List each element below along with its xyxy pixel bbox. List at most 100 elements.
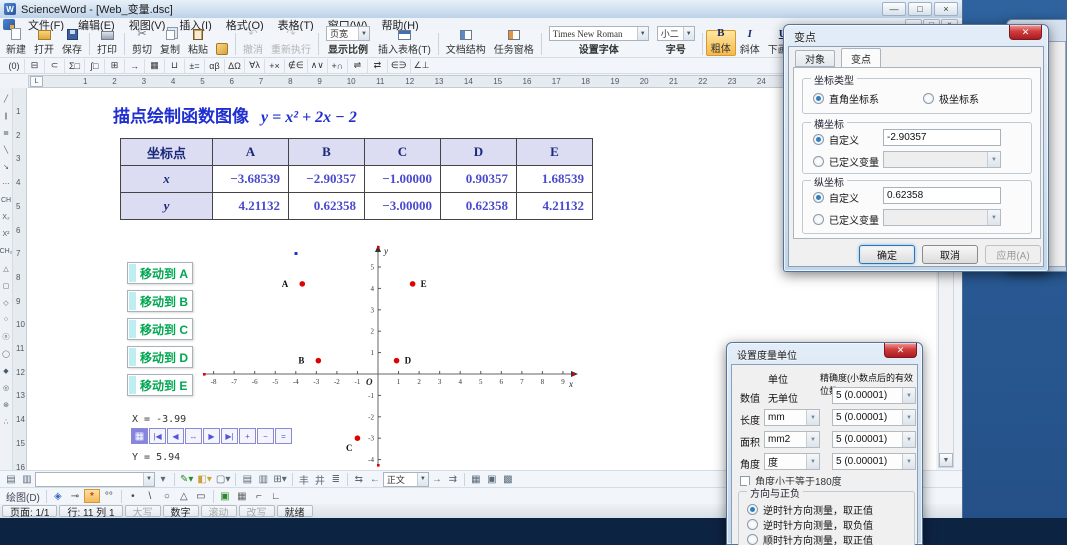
undo-button[interactable]: ↶撤消	[239, 30, 267, 56]
list-dropdown-button[interactable]: ▾	[155, 472, 171, 486]
zoom-combo[interactable]: 页宽▼	[326, 26, 370, 41]
math-symbol-button[interactable]: ∧∨	[307, 59, 327, 73]
math-symbol-button[interactable]: ±=	[184, 59, 204, 73]
open-button[interactable]: 打开	[30, 30, 58, 56]
tracker-point[interactable]	[295, 252, 298, 255]
layout-button[interactable]: ≣	[328, 472, 344, 486]
pentagon-shape-tool[interactable]: ◇	[3, 294, 8, 311]
cut-button[interactable]: ✂剪切	[128, 30, 156, 56]
chevron-down-icon[interactable]: ▼	[806, 454, 819, 469]
precision-combo-area[interactable]: 5 (0.00001)▼	[832, 431, 916, 448]
more-tools[interactable]: ∴	[4, 413, 8, 430]
align-icons-2[interactable]: ▥	[255, 472, 271, 486]
point-a[interactable]	[299, 281, 305, 287]
pin-icon[interactable]: ⊸	[67, 489, 83, 503]
scroll-down-icon[interactable]: ▼	[939, 453, 953, 467]
radio-ordinate-variable[interactable]: 已定义变量	[813, 212, 879, 227]
pen-color-button[interactable]: ✎▾	[178, 472, 195, 486]
radio-icon[interactable]	[813, 156, 824, 167]
task-pane-button[interactable]: 任务窗格	[490, 30, 538, 56]
line-thin-tool[interactable]: ╱	[4, 90, 8, 107]
line-bold-tool[interactable]: ╲	[4, 141, 8, 158]
ellipse-shape-tool[interactable]: ◯	[2, 345, 10, 362]
chevron-down-icon[interactable]: ▼	[806, 432, 819, 447]
tab-object[interactable]: 对象	[795, 50, 835, 67]
cancel-button[interactable]: 取消	[922, 245, 978, 264]
radio-icon[interactable]	[813, 134, 824, 145]
math-symbol-button[interactable]: ∫□	[84, 59, 104, 73]
ch-group-tool[interactable]: CH	[1, 192, 11, 209]
style-combo[interactable]: 正文▼	[383, 472, 429, 487]
restore-button[interactable]: □	[908, 2, 932, 16]
snap-grid-icon[interactable]: *	[84, 489, 100, 503]
dir-right2-button[interactable]: ⇉	[445, 472, 461, 486]
math-symbol-button[interactable]: ∠⊥	[410, 59, 433, 73]
ch2-group-tool[interactable]: CH₂	[0, 243, 12, 260]
math-symbol-button[interactable]: ∉∈	[284, 59, 307, 73]
dir-right-button[interactable]: →	[429, 472, 445, 486]
distribute-v-button[interactable]: 井	[312, 472, 328, 486]
redo-button[interactable]: ↷重新执行	[267, 30, 315, 56]
grid-button[interactable]: ▦	[131, 428, 148, 444]
insert-table-button[interactable]: 插入表格(T)	[374, 30, 435, 56]
view-grid-button[interactable]: ▦	[468, 472, 484, 486]
math-symbol-button[interactable]: ∀λ	[244, 59, 264, 73]
n-circle-tool[interactable]: ⓝ	[3, 328, 10, 345]
font-name-combo[interactable]: Times New Roman▼	[549, 26, 649, 41]
first-button[interactable]: |◀	[149, 428, 166, 444]
direction-radio-0[interactable]: 逆时针方向测量，取正值	[747, 502, 873, 517]
bold-button[interactable]: B粗体	[706, 30, 736, 56]
triangle-tool[interactable]: △	[176, 489, 192, 503]
chevron-down-icon[interactable]: ▼	[902, 388, 915, 403]
move-to-e-button[interactable]: 移动到 E	[127, 374, 193, 396]
math-symbol-button[interactable]: ▦	[144, 59, 164, 73]
abscissa-variable-combo[interactable]: ▼	[883, 151, 1001, 168]
point-d[interactable]	[394, 358, 400, 364]
copy-button[interactable]: 复制	[156, 30, 184, 56]
radio-icon[interactable]	[747, 504, 758, 515]
precision-combo-number[interactable]: 5 (0.00001)▼	[832, 387, 916, 404]
border-style-button[interactable]: ▢▾	[214, 472, 232, 486]
apply-button[interactable]: 应用(A)	[985, 245, 1041, 264]
align-icons-1[interactable]: ▤	[239, 472, 255, 486]
dir-left-button[interactable]: ←	[367, 472, 383, 486]
equal-button[interactable]: =	[275, 428, 292, 444]
math-symbol-button[interactable]: +×	[264, 59, 284, 73]
circle-tool[interactable]: ○	[159, 489, 175, 503]
line-hatch-tool[interactable]: ≣	[3, 124, 9, 141]
line-double-tool[interactable]: ∥	[4, 107, 8, 124]
dashed-line-tool[interactable]: ⋯	[3, 175, 10, 192]
unit-combo-angle[interactable]: 度▼	[764, 453, 820, 470]
table-style-icon[interactable]: ▤	[3, 472, 19, 486]
math-symbol-button[interactable]: αβ	[204, 59, 224, 73]
minimize-button[interactable]: —	[882, 2, 906, 16]
distribute-h-button[interactable]: 丰	[296, 472, 312, 486]
insert-picture-icon[interactable]: ▦	[234, 489, 250, 503]
chevron-down-icon[interactable]: ▼	[358, 27, 369, 40]
radio-abscissa-custom[interactable]: 自定义	[813, 132, 859, 147]
arrow-line-tool[interactable]: ↘	[3, 158, 9, 175]
gear-shape-tool[interactable]: ⊛	[3, 396, 9, 413]
radio-icon[interactable]	[747, 534, 758, 545]
radio-icon[interactable]	[747, 519, 758, 530]
math-symbol-button[interactable]: ⊔	[164, 59, 184, 73]
save-button[interactable]: 保存	[58, 30, 86, 56]
node-edit-icon[interactable]: °°	[101, 489, 117, 503]
ok-button[interactable]: 确定	[859, 245, 915, 264]
3d-style-icon[interactable]: ◈	[50, 489, 66, 503]
chevron-down-icon[interactable]: ▼	[806, 410, 819, 425]
radio-icon[interactable]	[813, 214, 824, 225]
unit-combo-area[interactable]: mm2▼	[764, 431, 820, 448]
radio-polar-coords[interactable]: 极坐标系	[923, 91, 979, 106]
prev-button[interactable]: ◀	[167, 428, 184, 444]
square-shape-tool[interactable]: ▢	[3, 277, 10, 294]
precision-combo-angle[interactable]: 5 (0.00001)▼	[832, 453, 916, 470]
chevron-down-icon[interactable]: ▼	[683, 27, 694, 40]
font-size-combo[interactable]: 小二▼	[657, 26, 695, 41]
unit-combo-length[interactable]: mm▼	[764, 409, 820, 426]
object-name-combo[interactable]: ▼	[35, 472, 155, 487]
print-button[interactable]: 打印	[93, 30, 121, 56]
chevron-down-icon[interactable]: ▼	[143, 473, 154, 486]
last-button[interactable]: ▶|	[221, 428, 238, 444]
radio-icon[interactable]	[923, 93, 934, 104]
